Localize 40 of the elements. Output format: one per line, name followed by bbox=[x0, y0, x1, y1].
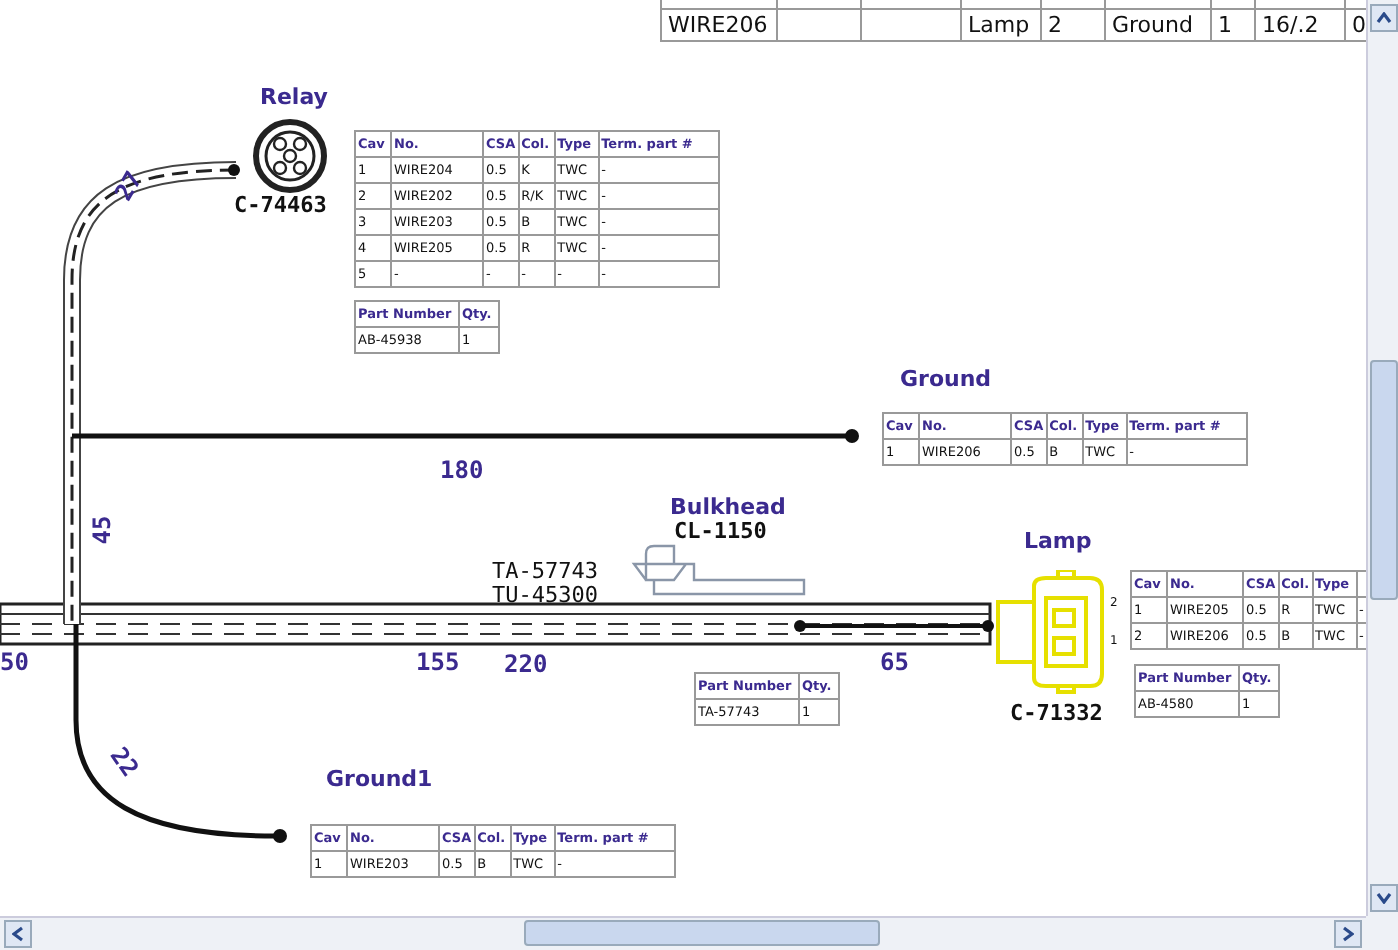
table-cell: WIRE206 bbox=[661, 9, 777, 41]
harness-label: TA-57743 bbox=[492, 560, 598, 584]
connector-name: Relay bbox=[260, 84, 328, 110]
length-label: 45 bbox=[88, 515, 117, 545]
chevron-down-icon bbox=[1375, 892, 1391, 904]
length-label: 220 bbox=[504, 650, 548, 678]
scroll-up-button[interactable] bbox=[1369, 4, 1397, 32]
table-cell: 2 bbox=[1041, 9, 1105, 41]
connector-code: C-71332 bbox=[1010, 700, 1103, 726]
table-cell: Lamp bbox=[961, 9, 1041, 41]
connector-name: Ground bbox=[900, 366, 992, 392]
connector-name: Ground1 bbox=[326, 766, 433, 792]
scrollbar-corner bbox=[1366, 916, 1398, 950]
length-label: 50 bbox=[0, 648, 29, 676]
round-connector-icon bbox=[250, 116, 330, 196]
scroll-left-button[interactable] bbox=[4, 920, 32, 948]
vertical-scrollbar[interactable] bbox=[1366, 0, 1398, 916]
connector-code: C-74463 bbox=[234, 192, 327, 218]
harness-label: TU-45300 bbox=[492, 584, 598, 608]
table-cell: 16/.2 bbox=[1255, 9, 1345, 41]
chevron-left-icon bbox=[12, 926, 24, 942]
chevron-up-icon bbox=[1375, 12, 1391, 24]
length-label: 27 bbox=[109, 166, 148, 206]
length-label: 155 bbox=[416, 648, 460, 676]
connector-name: Bulkhead bbox=[670, 494, 786, 520]
connector-code: CL-1150 bbox=[674, 518, 767, 544]
table-cell: Ground bbox=[1105, 9, 1211, 41]
horizontal-scrollbar[interactable] bbox=[0, 916, 1366, 950]
scroll-down-button[interactable] bbox=[1369, 884, 1397, 912]
chevron-right-icon bbox=[1342, 926, 1354, 942]
scroll-thumb[interactable] bbox=[1370, 360, 1398, 600]
scroll-thumb[interactable] bbox=[524, 920, 880, 946]
connector-name: Lamp bbox=[1024, 528, 1092, 554]
bulkhead-icon bbox=[626, 544, 806, 596]
length-label: 65 bbox=[880, 648, 909, 676]
lamp-connector-icon bbox=[994, 570, 1110, 694]
length-label: 180 bbox=[440, 456, 484, 484]
length-label: 22 bbox=[104, 742, 145, 782]
scroll-right-button[interactable] bbox=[1334, 920, 1362, 948]
table-cell: 1 bbox=[1211, 9, 1255, 41]
